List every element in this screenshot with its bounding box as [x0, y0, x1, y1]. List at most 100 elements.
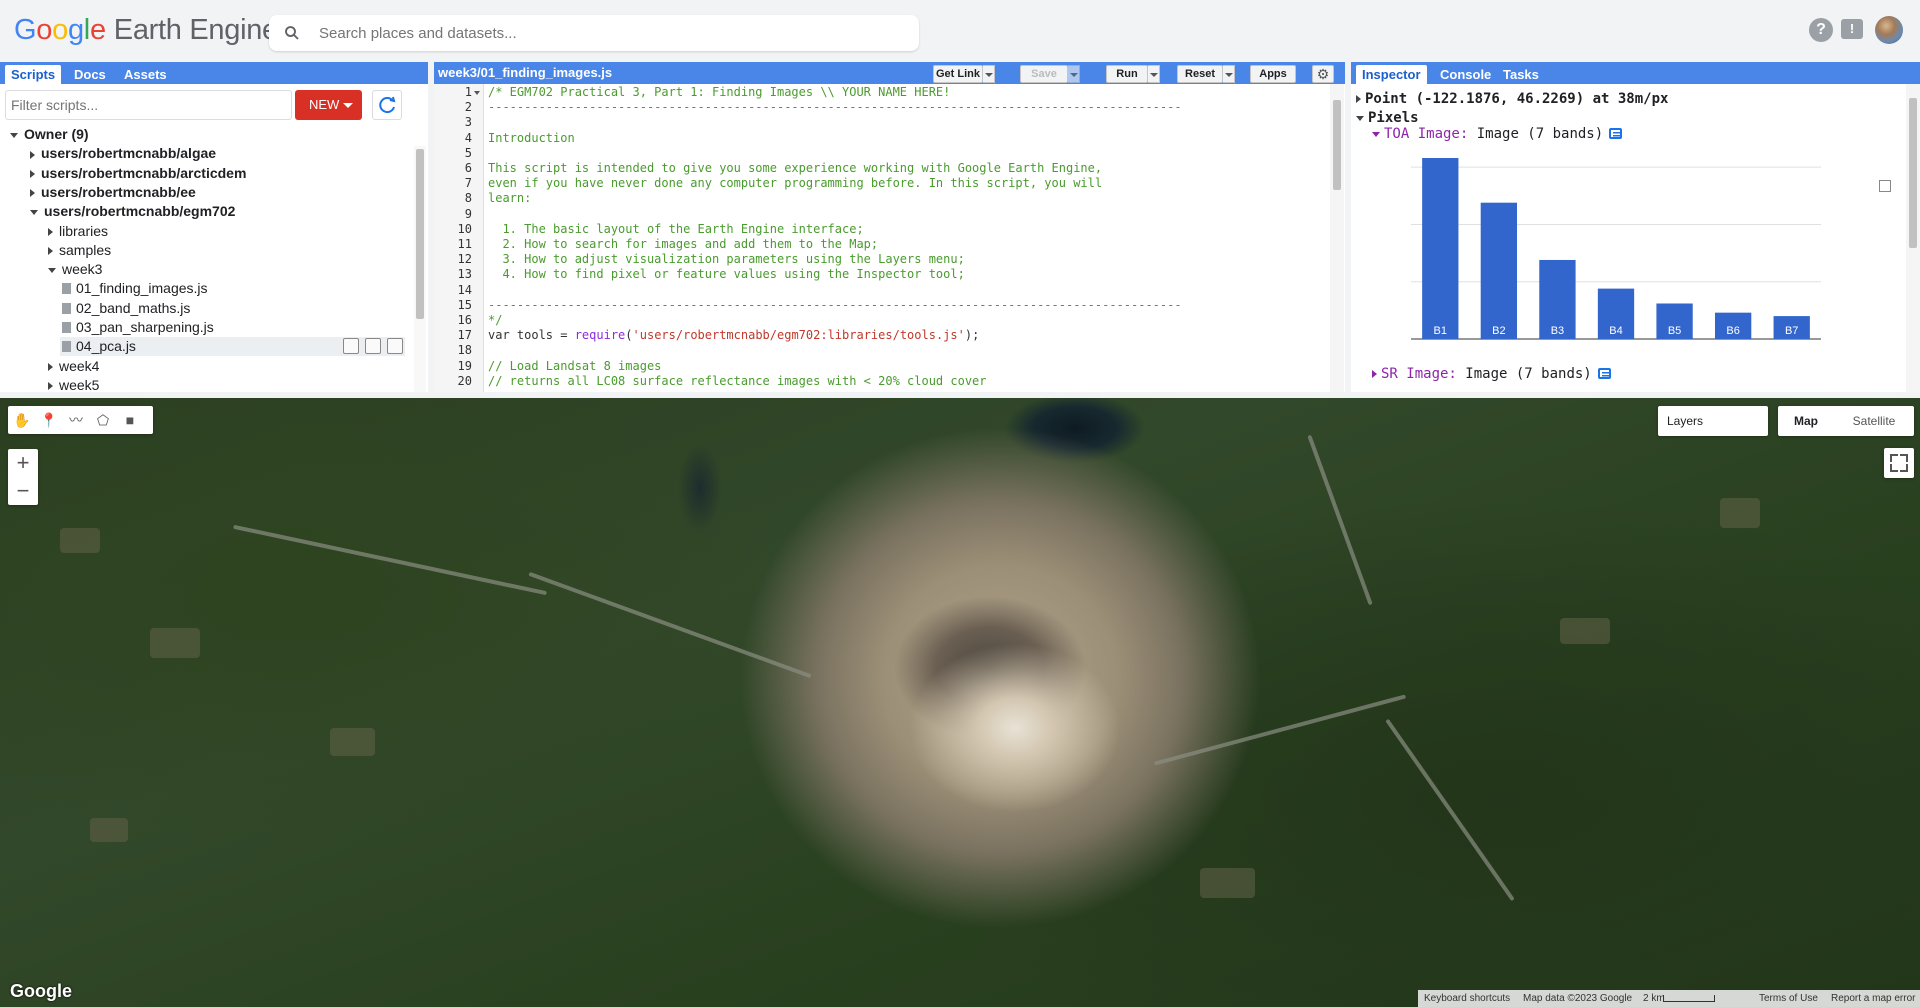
river-decoration [528, 571, 812, 679]
left-tabbar: Scripts Docs Assets [0, 62, 428, 84]
search-bar[interactable] [269, 15, 919, 51]
clearing-decoration [1200, 868, 1255, 898]
tab-inspector[interactable]: Inspector [1356, 65, 1427, 84]
tab-console[interactable]: Console [1434, 65, 1497, 84]
search-input[interactable] [319, 23, 899, 43]
layers-button[interactable]: Layers [1658, 406, 1768, 436]
chevron-right-icon [30, 169, 35, 178]
line-number: 8 [464, 191, 472, 206]
script-file[interactable]: 04_pca.js [62, 337, 136, 356]
script-file[interactable]: 01_finding_images.js [62, 279, 208, 298]
filter-scripts-input[interactable] [5, 90, 292, 120]
run-dropdown[interactable] [1148, 65, 1160, 83]
reset-button[interactable]: Reset [1177, 65, 1223, 83]
reset-dropdown[interactable] [1223, 65, 1235, 83]
point-row[interactable]: Point (-122.1876, 46.2269) at 38m/px [1356, 90, 1668, 108]
help-icon[interactable]: ? [1809, 18, 1833, 42]
new-button[interactable]: NEW [295, 90, 362, 120]
code-line: 1. The basic layout of the Earth Engine … [488, 222, 863, 237]
keyboard-shortcuts-link[interactable]: Keyboard shortcuts [1424, 990, 1510, 1007]
rename-icon[interactable] [365, 338, 381, 354]
delete-icon[interactable] [387, 338, 403, 354]
tree-folder[interactable]: week5 [48, 376, 99, 390]
code-line: 3. How to adjust visualization parameter… [488, 252, 964, 267]
list-icon[interactable] [1597, 368, 1611, 379]
script-file[interactable]: 02_band_maths.js [62, 299, 190, 318]
fullscreen-icon[interactable] [1884, 448, 1914, 478]
fold-icon[interactable] [474, 91, 480, 95]
tree-folder[interactable]: users/robertmcnabb/egm702 [30, 202, 235, 221]
zoom-out-button[interactable]: − [8, 477, 38, 505]
sr-image-row[interactable]: SR Image: Image (7 bands) [1372, 365, 1611, 383]
line-icon[interactable]: 〰 [66, 410, 86, 430]
get-link-button[interactable]: Get Link [933, 65, 983, 83]
code-line: // Load Landsat 8 images [488, 359, 661, 374]
avatar[interactable] [1875, 16, 1903, 44]
river-decoration [1307, 434, 1373, 606]
inspector-scrollbar[interactable] [1906, 84, 1920, 392]
map-type-map[interactable]: Map [1778, 406, 1834, 436]
gear-icon[interactable]: ⚙ [1312, 65, 1334, 83]
code-token: learn: [488, 191, 532, 206]
chevron-right-icon [48, 227, 53, 236]
feedback-icon[interactable]: ! [1841, 19, 1863, 39]
polygon-icon[interactable]: ⬠ [93, 410, 113, 430]
list-icon[interactable] [1609, 128, 1623, 139]
report-error-link[interactable]: Report a map error [1831, 990, 1915, 1007]
tree-folder[interactable]: libraries [48, 222, 108, 241]
code-token: /* EGM702 Practical 3, Part 1: Finding I… [488, 85, 951, 99]
tree-folder[interactable]: users/robertmcnabb/algae [30, 144, 216, 163]
marker-icon[interactable]: 📍 [39, 410, 59, 430]
tree-item-label: users/robertmcnabb/egm702 [44, 203, 236, 220]
tree-folder[interactable]: week4 [48, 357, 99, 376]
zoom-in-button[interactable]: + [8, 449, 38, 477]
run-button[interactable]: Run [1106, 65, 1148, 83]
editor-scrollbar[interactable] [1330, 84, 1344, 392]
apps-button[interactable]: Apps [1250, 65, 1296, 83]
tree-folder[interactable]: samples [48, 241, 111, 260]
line-number-gutter: 1 2 3 4 5 6 7 8 9 10 11 12 13 14 15 16 17 18 19 20 [434, 84, 484, 392]
pan-hand-icon[interactable]: ✋ [12, 410, 32, 430]
tab-tasks[interactable]: Tasks [1497, 65, 1545, 84]
line-number: 3 [464, 115, 472, 130]
tab-docs[interactable]: Docs [68, 65, 112, 84]
code-token: ); [964, 328, 980, 343]
line-number: 17 [457, 328, 472, 343]
tree-folder[interactable]: week3 [48, 260, 102, 279]
save-dropdown[interactable] [1068, 65, 1080, 83]
code-area[interactable]: /* EGM702 Practical 3, Part 1: Finding I… [488, 84, 1326, 392]
terms-link[interactable]: Terms of Use [1759, 990, 1818, 1007]
bar-label: B6 [1726, 325, 1739, 337]
clearing-decoration [90, 818, 128, 842]
logo-letter: G [14, 14, 37, 46]
popout-icon[interactable] [1879, 180, 1891, 192]
tree-folder[interactable]: users/robertmcnabb/arcticdem [30, 164, 246, 183]
scrollbar-thumb[interactable] [1333, 100, 1341, 190]
river-decoration [233, 524, 547, 596]
toa-image-row[interactable]: TOA Image: Image (7 bands) [1372, 125, 1623, 143]
rectangle-icon[interactable]: ■ [120, 410, 140, 430]
code-token: ----------------------------------------… [488, 297, 1182, 312]
line-number: 6 [464, 161, 472, 175]
scrollbar-thumb[interactable] [1909, 98, 1917, 248]
tree-folder[interactable]: Owner (9) [10, 125, 89, 144]
file-title: week3/01_finding_images.js [438, 65, 613, 80]
tab-scripts[interactable]: Scripts [5, 65, 62, 84]
code-token: even if you have never done any computer… [488, 176, 1103, 191]
line-number: 1 [464, 85, 472, 99]
tab-assets[interactable]: Assets [118, 65, 173, 84]
map-canvas[interactable]: ✋ 📍 〰 ⬠ ■ + − Layers Map Satellite Googl… [0, 398, 1920, 1007]
earth-engine-logo[interactable]: Google Earth Engine [14, 14, 278, 47]
get-link-dropdown[interactable] [983, 65, 995, 83]
save-button[interactable]: Save [1020, 65, 1068, 83]
map-type-satellite[interactable]: Satellite [1834, 406, 1914, 436]
chevron-right-icon [1356, 95, 1361, 103]
map-data-text: Map data ©2023 Google [1523, 993, 1633, 1004]
history-icon[interactable] [343, 338, 359, 354]
tree-folder[interactable]: users/robertmcnabb/ee [30, 183, 196, 202]
scrollbar-thumb[interactable] [416, 149, 424, 319]
river-decoration [1153, 694, 1407, 766]
refresh-button[interactable] [372, 90, 402, 120]
chevron-right-icon [30, 189, 35, 198]
script-file[interactable]: 03_pan_sharpening.js [62, 318, 214, 337]
